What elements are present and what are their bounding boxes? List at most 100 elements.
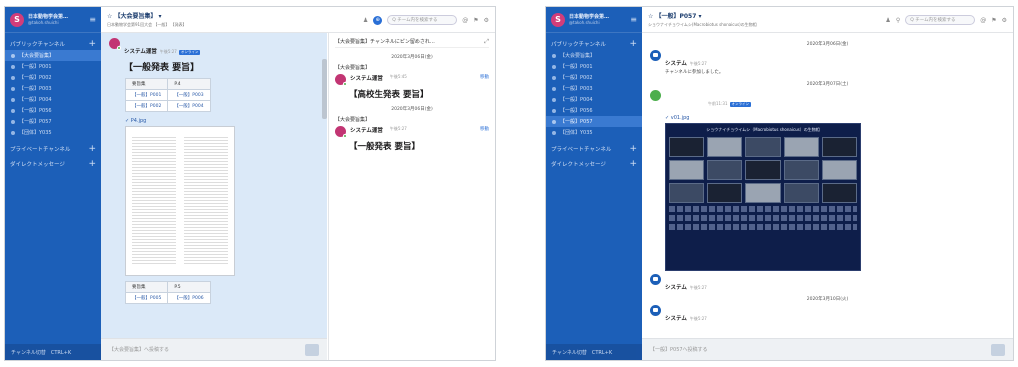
sidebar-channel-item[interactable]: 【大会要旨集】 xyxy=(5,50,101,61)
channel-link[interactable]: 【一般】P005 xyxy=(124,292,169,304)
pin-icon[interactable]: ⚲ xyxy=(896,17,900,24)
team-user: @takoh.shuichi xyxy=(28,20,59,25)
direct-messages-header[interactable]: ダイレクトメッセージ + xyxy=(546,160,642,169)
sender-name: システム xyxy=(665,316,687,322)
channel-switcher[interactable]: チャンネル切替 CTRL+K xyxy=(5,344,101,360)
channel-icon xyxy=(552,64,556,69)
hamburger-menu-icon[interactable]: ≡ xyxy=(89,15,96,24)
add-dm-icon[interactable]: + xyxy=(88,160,96,169)
channel-link[interactable]: 【一般】P002 xyxy=(124,100,169,112)
add-channel-icon[interactable]: + xyxy=(629,40,637,49)
add-dm-icon[interactable]: + xyxy=(629,160,637,169)
sidebar-channel-item[interactable]: 【一般】P056 xyxy=(546,105,642,116)
settings-icon[interactable]: ⚙ xyxy=(484,17,489,24)
team-header[interactable]: S 日本動物学会第… @takoh.shuichi ≡ xyxy=(546,7,642,33)
sidebar-channel-item[interactable]: 【一般】P004 xyxy=(546,94,642,105)
abstract-page-image[interactable] xyxy=(125,126,235,276)
sidebar-channel-item[interactable]: 【一般】P057 xyxy=(546,116,642,127)
scrollbar[interactable] xyxy=(322,59,327,119)
panel-header: 【大会要旨集】チャンネルにピン留めされ… ⤢ xyxy=(335,36,489,48)
message-timeline[interactable]: システム運営 午後5:27 オンライン 【一般発表 要旨】 要旨集 P.4 【一般】P… xyxy=(101,33,327,338)
add-private-icon[interactable]: + xyxy=(88,145,96,154)
poster-figure xyxy=(669,160,705,180)
add-channel-icon[interactable]: + xyxy=(88,40,96,49)
sender-name[interactable]: システム運営 xyxy=(350,74,383,85)
private-channels-header[interactable]: プライベートチャンネル + xyxy=(546,145,642,154)
channel-icon xyxy=(11,130,15,135)
message-composer[interactable]: 【一般】P057へ投稿する xyxy=(642,338,1013,360)
channel-link[interactable]: 【一般】P003 xyxy=(167,89,211,101)
mention-icon[interactable]: @ xyxy=(980,17,986,24)
user-avatar[interactable] xyxy=(650,90,661,101)
pinned-channel[interactable]: 【大会要旨集】 xyxy=(335,116,489,123)
search-input[interactable]: Q チーム内を検索する xyxy=(905,15,976,25)
flag-icon[interactable]: ⚑ xyxy=(473,17,478,24)
message-text: チャンネルに参加しました。 xyxy=(665,70,724,75)
sidebar-channel-item[interactable]: 【一般】P002 xyxy=(546,72,642,83)
screenshot-channel-pins: S 日本動物学会第… @takoh.shuichi ≡ パブリックチャンネル + … xyxy=(4,6,496,361)
message-title: 【一般発表 要旨】 xyxy=(124,63,200,73)
sidebar-channel-item[interactable]: 【団体】Y035 xyxy=(546,127,642,138)
file-attachment-name[interactable]: ✓ v01.jpg xyxy=(665,115,1005,121)
private-channels-header[interactable]: プライベートチャンネル + xyxy=(5,145,101,154)
pinned-channel[interactable]: 【大会要旨集】 xyxy=(335,64,489,71)
sidebar-channel-item[interactable]: 【団体】Y035 xyxy=(5,127,101,138)
message-composer[interactable]: 【大会要旨集】へ投稿する xyxy=(101,338,327,360)
sidebar-channel-item[interactable]: 【一般】P057 xyxy=(5,116,101,127)
jump-link[interactable]: 移動 xyxy=(480,126,489,137)
expand-icon[interactable]: ⤢ xyxy=(484,38,489,46)
member-icon[interactable]: ♟ xyxy=(363,17,368,24)
channel-link[interactable]: 【一般】P004 xyxy=(167,100,211,112)
channel-switcher[interactable]: チャンネル切替 CTRL+K xyxy=(546,344,642,360)
send-button[interactable] xyxy=(305,343,319,356)
sidebar-channel-item[interactable]: 【一般】P003 xyxy=(546,83,642,94)
composer-placeholder: 【大会要旨集】へ投稿する xyxy=(109,347,170,353)
pinned-message: システム運営 午後5:27 移動 xyxy=(335,126,489,138)
flag-icon[interactable]: ⚑ xyxy=(991,17,996,24)
channel-link[interactable]: 【一般】P006 xyxy=(167,292,211,304)
member-icon[interactable]: ♟ xyxy=(885,17,890,24)
poster-figures xyxy=(669,137,857,203)
channel-link[interactable]: 【一般】P001 xyxy=(124,89,169,101)
channel-icon xyxy=(11,75,15,80)
poster-text xyxy=(669,206,857,212)
public-channels-header[interactable]: パブリックチャンネル + xyxy=(5,40,101,49)
sender-name[interactable]: システム運営 xyxy=(350,126,383,137)
send-button[interactable] xyxy=(991,343,1005,356)
message-timeline[interactable]: 2020年3月06日(金) システム 午後5:27 チャンネルに参加しました。 2… xyxy=(642,33,1013,338)
sidebar-channel-item[interactable]: 【一般】P002 xyxy=(5,72,101,83)
sidebar: S 日本動物学会第… @takoh.shuichi ≡ パブリックチャンネル + … xyxy=(5,7,101,360)
pinned-list: 2020年3月06日(金) 【大会要旨集】 システム運営 午後5:45 移動 【高校生発表… xyxy=(335,54,489,152)
abstract-table-2: 要旨集 P.5 【一般】P005 【一般】P006 xyxy=(124,281,211,304)
poster-image[interactable]: ショウナイチョウイムシ（Macrobiotus shonaicus）の生物相 xyxy=(665,123,861,271)
sidebar-channel-item[interactable]: 【大会要旨集】 xyxy=(546,50,642,61)
sidebar-channel-item[interactable]: 【一般】P056 xyxy=(5,105,101,116)
add-private-icon[interactable]: + xyxy=(629,145,637,154)
sidebar-channel-item[interactable]: 【一般】P001 xyxy=(5,61,101,72)
file-attachment-name[interactable]: ✓ P4.jpg xyxy=(125,118,319,124)
user-avatar[interactable] xyxy=(335,74,347,86)
public-channels-header[interactable]: パブリックチャンネル + xyxy=(546,40,642,49)
channel-label: 【大会要旨集】 xyxy=(560,53,596,59)
search-input[interactable]: Q チーム内を検索する xyxy=(387,15,458,25)
direct-messages-header[interactable]: ダイレクトメッセージ + xyxy=(5,160,101,169)
jump-link[interactable]: 移動 xyxy=(480,74,489,85)
mention-icon[interactable]: @ xyxy=(462,17,468,24)
user-avatar[interactable] xyxy=(109,38,121,50)
sidebar-channel-item[interactable]: 【一般】P001 xyxy=(546,61,642,72)
sidebar-channel-item[interactable]: 【一般】P004 xyxy=(5,94,101,105)
composer-placeholder: 【一般】P057へ投稿する xyxy=(650,347,708,353)
pinned-message: システム運営 午後5:45 移動 xyxy=(335,74,489,86)
sender-name[interactable]: システム運営 xyxy=(124,49,157,55)
pin-icon[interactable]: ⊕ xyxy=(373,15,383,25)
sidebar: S 日本動物学会第… @takoh.shuichi ≡ パブリックチャンネル + … xyxy=(546,7,642,360)
header-tools: ♟ ⚲ Q チーム内を検索する @ ⚑ ⚙ xyxy=(885,15,1007,25)
sidebar-channel-item[interactable]: 【一般】P003 xyxy=(5,83,101,94)
user-avatar[interactable] xyxy=(335,126,347,138)
settings-icon[interactable]: ⚙ xyxy=(1002,17,1007,24)
poster-figure xyxy=(707,183,743,203)
channel-label: 【一般】P057 xyxy=(19,119,52,125)
message: システム運営 午後5:27 オンライン 【一般発表 要旨】 xyxy=(109,38,319,73)
team-header[interactable]: S 日本動物学会第… @takoh.shuichi ≡ xyxy=(5,7,101,33)
hamburger-menu-icon[interactable]: ≡ xyxy=(630,15,637,24)
